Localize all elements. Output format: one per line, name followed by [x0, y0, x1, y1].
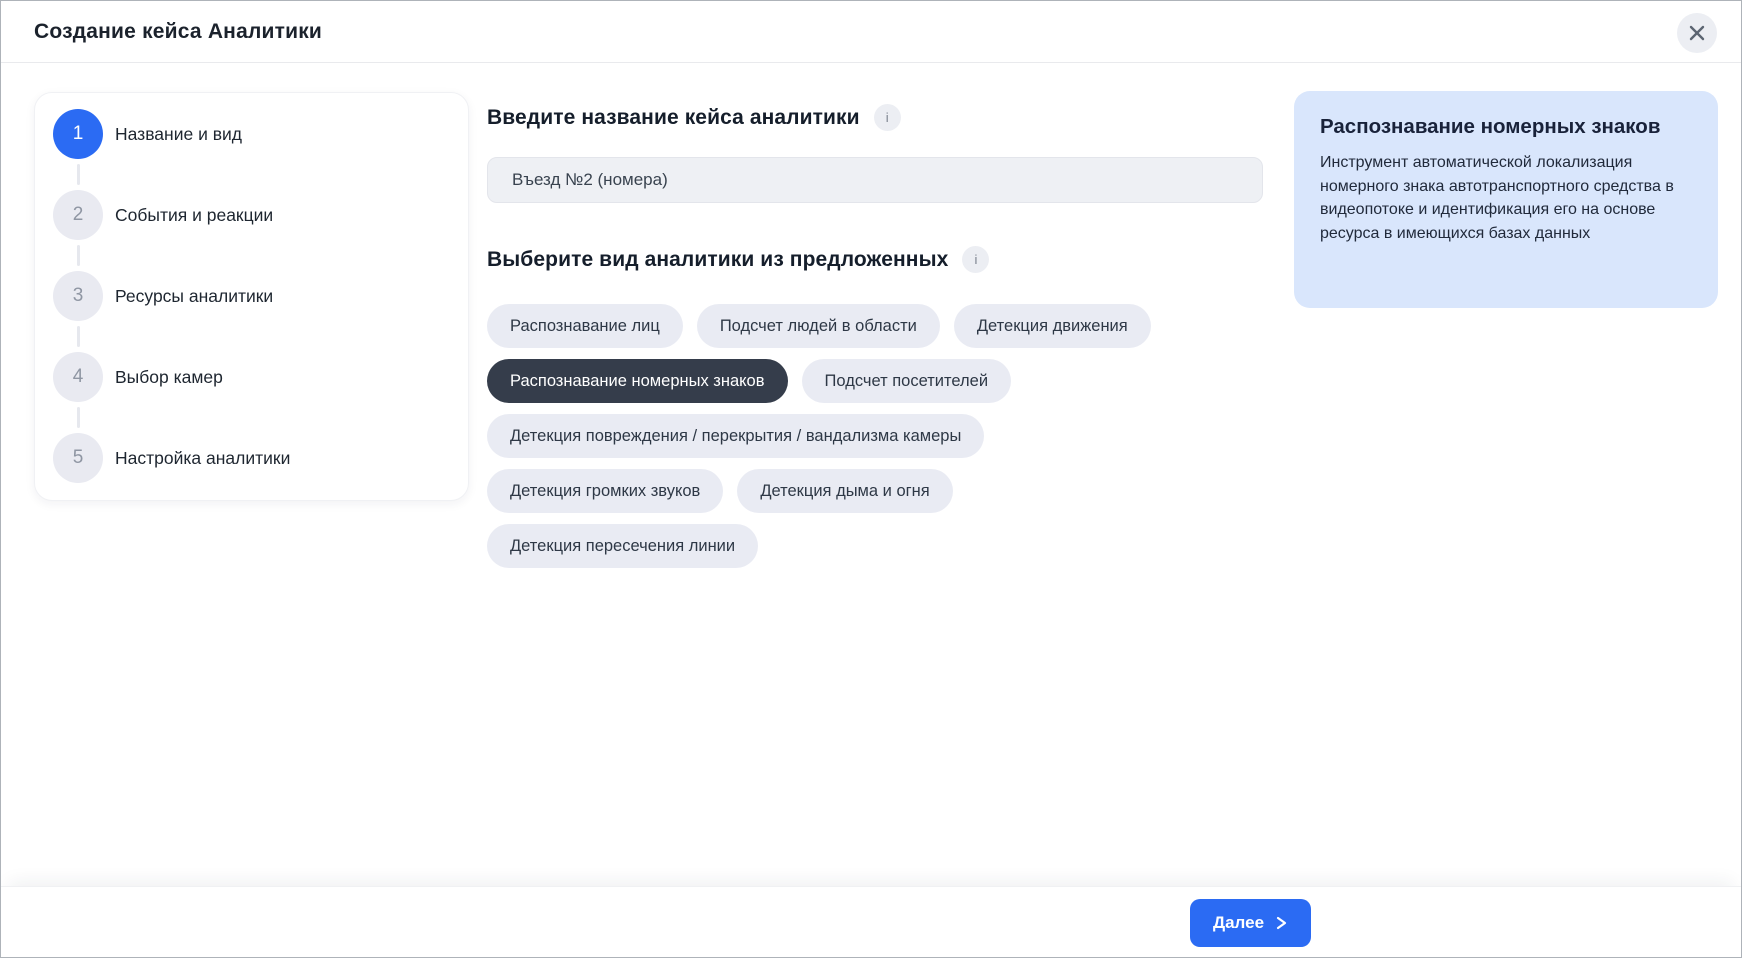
next-button[interactable]: Далее [1190, 899, 1311, 947]
type-section-heading-row: Выберите вид аналитики из предложенных i [487, 246, 989, 273]
dialog-footer: Далее [1, 886, 1741, 957]
case-name-input[interactable] [487, 157, 1263, 203]
wizard-stepper: 1 Название и вид 2 События и реакции 3 Р… [34, 92, 469, 501]
info-panel-title: Распознавание номерных знаков [1320, 114, 1692, 140]
close-button[interactable] [1677, 13, 1717, 53]
step-item-events-and-reactions[interactable]: 2 События и реакции [53, 190, 450, 240]
step-number-badge: 2 [53, 190, 103, 240]
chip-license-plate-recognition-selected[interactable]: Распознавание номерных знаков [487, 359, 788, 403]
info-panel-description: Инструмент автоматической локализация но… [1320, 151, 1692, 245]
step-label: Выбор камер [115, 367, 223, 388]
chip-row: Распознавание номерных знаков Подсчет по… [487, 359, 1207, 403]
dialog-title: Создание кейса Аналитики [34, 20, 322, 44]
dialog-header: Создание кейса Аналитики [1, 1, 1741, 63]
step-number-badge: 4 [53, 352, 103, 402]
step-label: Название и вид [115, 124, 242, 145]
chip-visitor-count[interactable]: Подсчет посетителей [802, 359, 1012, 403]
chip-motion-detection[interactable]: Детекция движения [954, 304, 1151, 348]
step-label: Ресурсы аналитики [115, 286, 273, 307]
step-label: Настройка аналитики [115, 448, 290, 469]
close-icon [1688, 24, 1706, 42]
chip-smoke-fire-detection[interactable]: Детекция дыма и огня [737, 469, 952, 513]
chip-row: Детекция пересечения линии [487, 524, 1207, 568]
chip-camera-tampering-detection[interactable]: Детекция повреждения / перекрытия / ванд… [487, 414, 984, 458]
name-section-heading-row: Введите название кейса аналитики i [487, 104, 901, 131]
create-analytics-case-dialog: Создание кейса Аналитики 1 Название и ви… [0, 0, 1742, 958]
step-item-analytics-settings[interactable]: 5 Настройка аналитики [53, 433, 450, 483]
chip-row: Детекция повреждения / перекрытия / ванд… [487, 414, 1207, 458]
next-button-label: Далее [1213, 913, 1264, 933]
analytics-type-info-panel: Распознавание номерных знаков Инструмент… [1294, 91, 1718, 308]
chevron-right-icon [1274, 916, 1288, 930]
analytics-type-chip-list: Распознавание лиц Подсчет людей в област… [487, 304, 1207, 568]
step-number-badge: 3 [53, 271, 103, 321]
step-number-badge: 1 [53, 109, 103, 159]
chip-people-count-in-area[interactable]: Подсчет людей в области [697, 304, 940, 348]
step-item-camera-selection[interactable]: 4 Выбор камер [53, 352, 450, 402]
step-label: События и реакции [115, 205, 273, 226]
chip-row: Детекция громких звуков Детекция дыма и … [487, 469, 1207, 513]
step-number-badge: 5 [53, 433, 103, 483]
info-icon[interactable]: i [874, 104, 901, 131]
step-item-analytics-resources[interactable]: 3 Ресурсы аналитики [53, 271, 450, 321]
step-item-name-and-type[interactable]: 1 Название и вид [53, 109, 450, 159]
info-icon[interactable]: i [962, 246, 989, 273]
name-section-heading: Введите название кейса аналитики [487, 106, 860, 130]
chip-line-crossing-detection[interactable]: Детекция пересечения линии [487, 524, 758, 568]
chip-row: Распознавание лиц Подсчет людей в област… [487, 304, 1207, 348]
type-section-heading: Выберите вид аналитики из предложенных [487, 248, 948, 272]
chip-face-recognition[interactable]: Распознавание лиц [487, 304, 683, 348]
chip-loud-sound-detection[interactable]: Детекция громких звуков [487, 469, 723, 513]
